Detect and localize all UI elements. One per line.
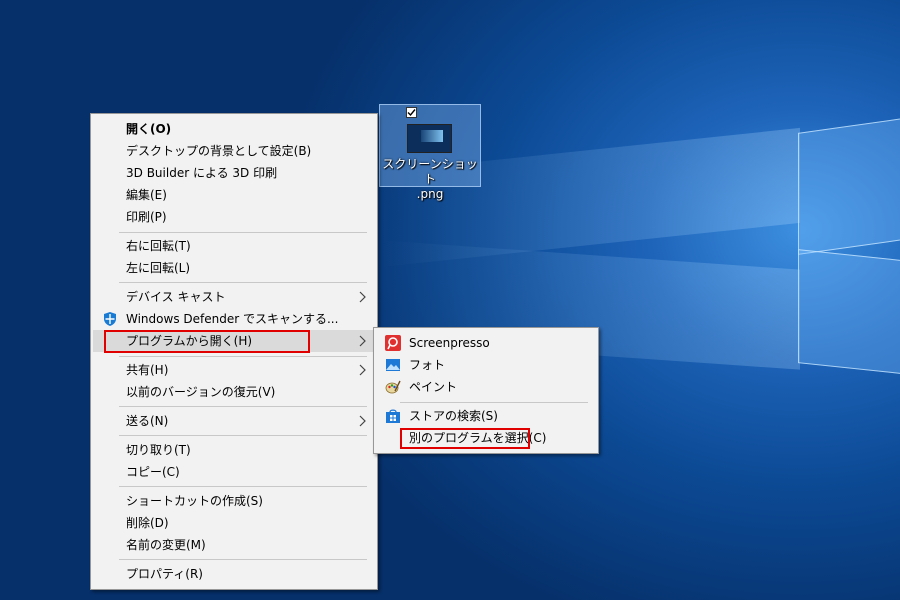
chevron-right-icon <box>359 291 366 303</box>
menu-item-label: デバイス キャスト <box>126 290 226 304</box>
menu-item-print[interactable]: 印刷(P) <box>93 206 375 228</box>
screenpresso-icon <box>385 335 401 351</box>
submenu-item-photos[interactable]: フォト <box>376 354 596 376</box>
menu-item-label: 印刷(P) <box>126 210 167 224</box>
menu-item-label: コピー(C) <box>126 465 180 479</box>
submenu-item-search-store[interactable]: ストアの検索(S) <box>376 405 596 427</box>
menu-item-cast-to-device[interactable]: デバイス キャスト <box>93 286 375 308</box>
menu-separator <box>119 406 367 407</box>
paint-icon <box>385 380 401 394</box>
store-icon <box>386 409 400 423</box>
menu-item-label: 以前のバージョンの復元(V) <box>126 385 276 399</box>
chevron-right-icon <box>359 364 366 376</box>
menu-item-share[interactable]: 共有(H) <box>93 359 375 381</box>
menu-item-label: プロパティ(R) <box>126 567 203 581</box>
menu-item-edit[interactable]: 編集(E) <box>93 184 375 206</box>
menu-item-rotate-right[interactable]: 右に回転(T) <box>93 235 375 257</box>
menu-item-3d-print[interactable]: 3D Builder による 3D 印刷 <box>93 162 375 184</box>
open-with-submenu: Screenpresso フォト ペイント ストアの検索(S) 別のプログラムを… <box>373 327 599 454</box>
windows-defender-icon <box>104 312 116 326</box>
submenu-item-label: ペイント <box>409 380 458 394</box>
selection-checkbox[interactable] <box>406 107 417 118</box>
menu-item-defender-scan[interactable]: Windows Defender でスキャンする... <box>93 308 375 330</box>
menu-item-label: 左に回転(L) <box>126 261 191 275</box>
menu-item-send-to[interactable]: 送る(N) <box>93 410 375 432</box>
menu-item-label: 開く(O) <box>126 122 172 136</box>
chevron-right-icon <box>359 335 366 347</box>
submenu-item-label: フォト <box>409 358 446 372</box>
image-thumbnail-icon <box>407 124 452 153</box>
menu-item-label: 共有(H) <box>126 363 169 377</box>
menu-item-set-desktop-background[interactable]: デスクトップの背景として設定(B) <box>93 140 375 162</box>
menu-item-label: 編集(E) <box>126 188 167 202</box>
menu-item-restore-previous-versions[interactable]: 以前のバージョンの復元(V) <box>93 381 375 403</box>
menu-separator <box>119 435 367 436</box>
menu-separator <box>119 486 367 487</box>
menu-item-label: 削除(D) <box>126 516 169 530</box>
window-logo-pane <box>798 117 900 255</box>
menu-separator <box>119 232 367 233</box>
menu-item-label: 3D Builder による 3D 印刷 <box>126 166 278 180</box>
submenu-item-paint[interactable]: ペイント <box>376 376 596 398</box>
menu-separator <box>119 356 367 357</box>
menu-item-label: 名前の変更(M) <box>126 538 206 552</box>
menu-item-rename[interactable]: 名前の変更(M) <box>93 534 375 556</box>
menu-separator <box>119 559 367 560</box>
menu-item-label: 右に回転(T) <box>126 239 191 253</box>
file-name-line1: スクリーンショット <box>382 157 478 186</box>
choose-app-highlight-box <box>400 428 530 449</box>
submenu-item-screenpresso[interactable]: Screenpresso <box>376 332 596 354</box>
menu-item-label: 切り取り(T) <box>126 443 191 457</box>
file-name-line2: .png <box>416 187 444 201</box>
menu-item-delete[interactable]: 削除(D) <box>93 512 375 534</box>
window-logo-pane <box>798 249 900 375</box>
desktop-file-icon[interactable]: スクリーンショット .png <box>379 104 481 201</box>
menu-item-properties[interactable]: プロパティ(R) <box>93 563 375 585</box>
submenu-item-label: ストアの検索(S) <box>409 409 498 423</box>
photos-icon <box>386 359 400 371</box>
open-with-highlight-box <box>104 330 310 353</box>
menu-item-label: デスクトップの背景として設定(B) <box>126 144 312 158</box>
menu-item-open[interactable]: 開く(O) <box>93 118 375 140</box>
menu-item-cut[interactable]: 切り取り(T) <box>93 439 375 461</box>
menu-item-label: Windows Defender でスキャンする... <box>126 312 339 326</box>
menu-item-create-shortcut[interactable]: ショートカットの作成(S) <box>93 490 375 512</box>
context-menu: 開く(O) デスクトップの背景として設定(B) 3D Builder による 3… <box>90 113 378 590</box>
file-name-label: スクリーンショット .png <box>380 157 480 202</box>
menu-separator <box>119 282 367 283</box>
menu-item-label: 送る(N) <box>126 414 169 428</box>
menu-item-copy[interactable]: コピー(C) <box>93 461 375 483</box>
menu-item-label: ショートカットの作成(S) <box>126 494 263 508</box>
submenu-item-label: Screenpresso <box>409 336 490 350</box>
menu-separator <box>400 402 588 403</box>
menu-item-rotate-left[interactable]: 左に回転(L) <box>93 257 375 279</box>
chevron-right-icon <box>359 415 366 427</box>
